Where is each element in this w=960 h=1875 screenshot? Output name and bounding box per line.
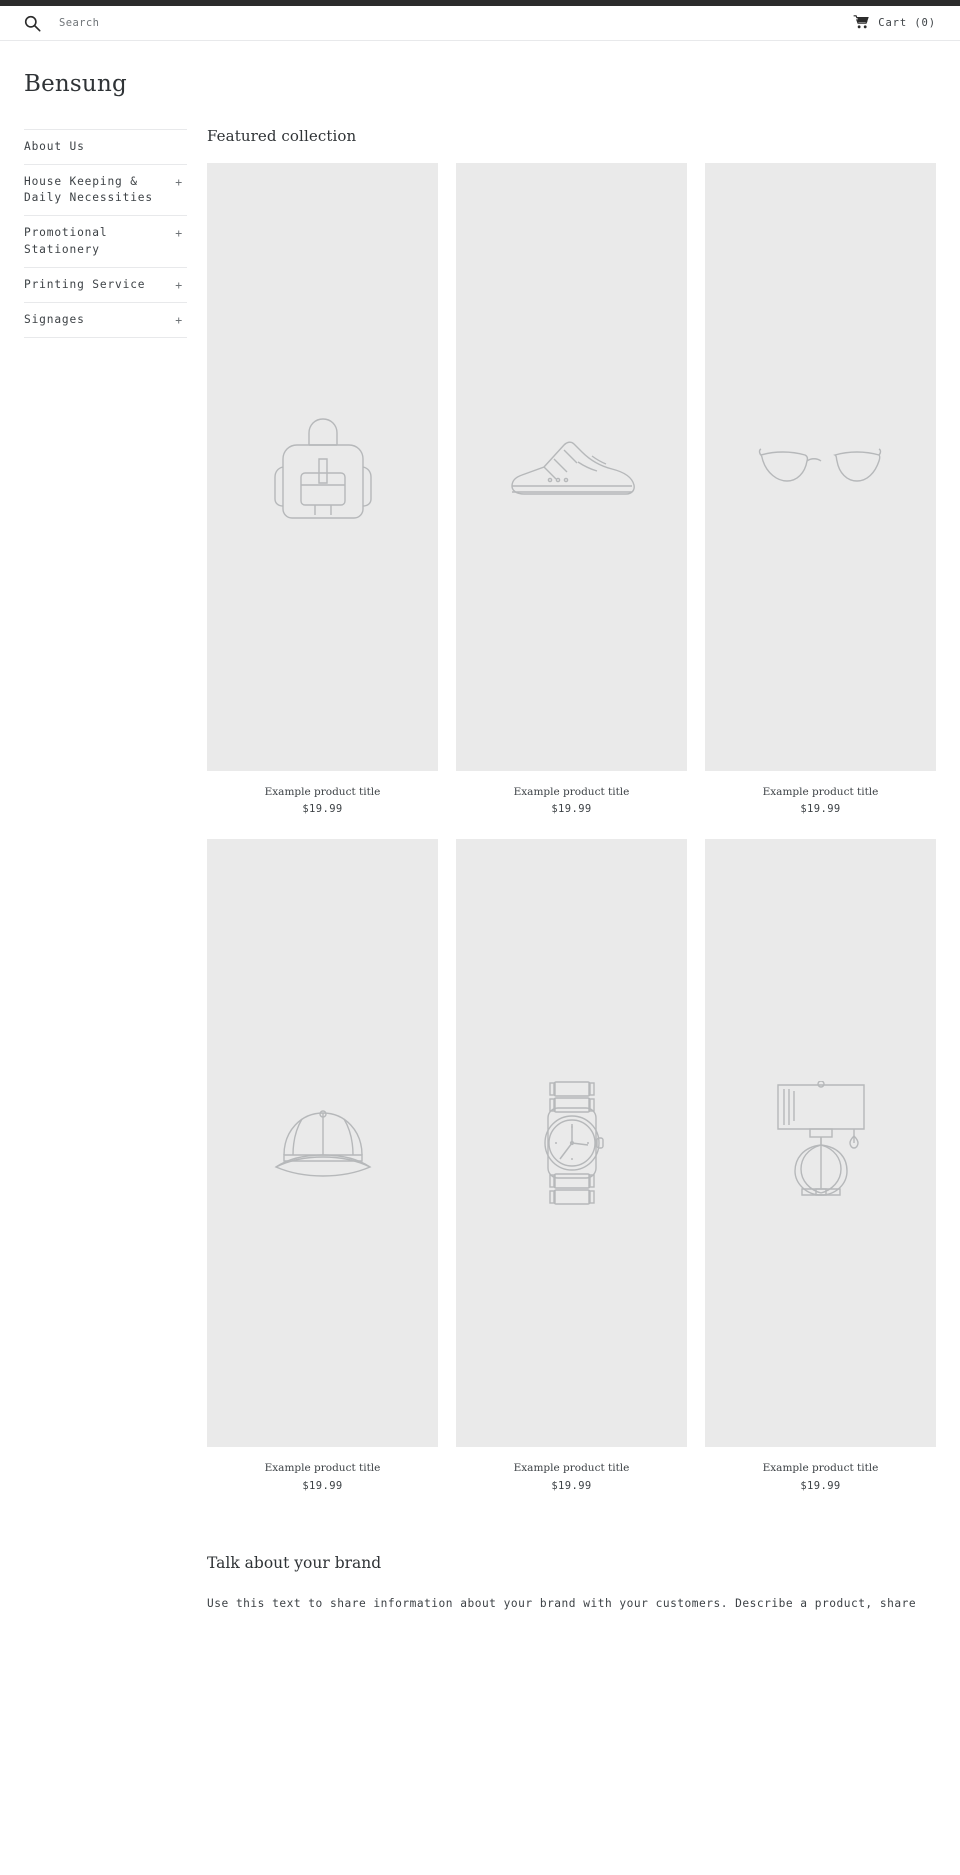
rich-text-body: Use this text to share information about… <box>207 1596 917 1610</box>
product-price: $19.99 <box>800 1479 841 1492</box>
product-image-placeholder <box>207 839 438 1448</box>
cart-label: Cart (0) <box>878 17 936 29</box>
search-input[interactable] <box>59 17 319 29</box>
sidebar-item-signages[interactable]: + Signages <box>24 302 187 339</box>
sidebar-item-promotional-stationery[interactable]: + Promotional Stationery <box>24 215 187 266</box>
product-card[interactable]: Example product title $19.99 <box>705 162 936 816</box>
sidebar-item-label: About Us <box>24 139 85 153</box>
sidebar-item-house-keeping[interactable]: + House Keeping & Daily Necessities <box>24 163 187 215</box>
search-group[interactable] <box>24 15 319 32</box>
product-title: Example product title <box>513 1462 630 1475</box>
expander-plus-icon[interactable]: + <box>175 174 183 191</box>
product-title: Example product title <box>264 785 381 798</box>
product-title: Example product title <box>513 785 630 798</box>
product-grid: Example product title $19.99 Example pro… <box>207 162 936 1492</box>
sidebar-item-label: Printing Service <box>24 277 146 291</box>
sidebar-item-label: House Keeping & Daily Necessities <box>24 174 153 205</box>
product-price: $19.99 <box>551 1479 592 1492</box>
product-image-placeholder <box>456 162 687 771</box>
sneaker-icon <box>510 441 635 495</box>
search-icon[interactable] <box>24 15 41 32</box>
expander-plus-icon[interactable]: + <box>175 225 183 242</box>
product-image-placeholder <box>705 162 936 771</box>
product-card[interactable]: Example product title $19.99 <box>456 162 687 816</box>
page-body: About Us + House Keeping & Daily Necessi… <box>0 127 960 1492</box>
product-image-placeholder <box>456 839 687 1448</box>
product-title: Example product title <box>762 1462 879 1475</box>
backpack-icon <box>273 417 372 519</box>
main-content: Featured collection Example product titl… <box>187 127 936 1492</box>
shopping-cart-icon <box>853 14 869 33</box>
utility-bar: Cart (0) <box>0 6 960 41</box>
cart-link[interactable]: Cart (0) <box>853 14 936 33</box>
table-lamp-icon <box>776 1081 865 1196</box>
product-price: $19.99 <box>551 803 592 816</box>
expander-plus-icon[interactable]: + <box>175 312 183 329</box>
wristwatch-icon <box>543 1081 604 1205</box>
product-title: Example product title <box>762 785 879 798</box>
baseball-cap-icon <box>274 1110 371 1177</box>
sidebar: About Us + House Keeping & Daily Necessi… <box>24 127 187 339</box>
featured-collection-title: Featured collection <box>207 126 357 145</box>
product-image-placeholder <box>705 839 936 1448</box>
product-card[interactable]: Example product title $19.99 <box>705 839 936 1492</box>
product-card[interactable]: Example product title $19.99 <box>207 162 438 816</box>
logo-container: Bensung <box>0 41 960 127</box>
product-card[interactable]: Example product title $19.99 <box>456 839 687 1492</box>
sidebar-item-label: Promotional Stationery <box>24 226 108 256</box>
rich-text-heading: Talk about your brand <box>207 1553 382 1572</box>
expander-plus-icon[interactable]: + <box>175 277 183 294</box>
rich-text-section: Talk about your brand Use this text to s… <box>0 1492 960 1615</box>
product-price: $19.99 <box>800 803 841 816</box>
product-card[interactable]: Example product title $19.99 <box>207 839 438 1492</box>
product-image-placeholder <box>207 162 438 771</box>
eyeglasses-icon <box>758 447 881 482</box>
sidebar-item-about-us[interactable]: About Us <box>24 128 187 164</box>
site-logo[interactable]: Bensung <box>24 71 936 99</box>
product-price: $19.99 <box>302 1479 343 1492</box>
sidebar-item-label: Signages <box>24 313 85 326</box>
product-price: $19.99 <box>302 803 343 816</box>
product-title: Example product title <box>264 1462 381 1475</box>
sidebar-item-printing-service[interactable]: + Printing Service <box>24 266 187 302</box>
sidebar-nav: About Us + House Keeping & Daily Necessi… <box>24 128 187 339</box>
